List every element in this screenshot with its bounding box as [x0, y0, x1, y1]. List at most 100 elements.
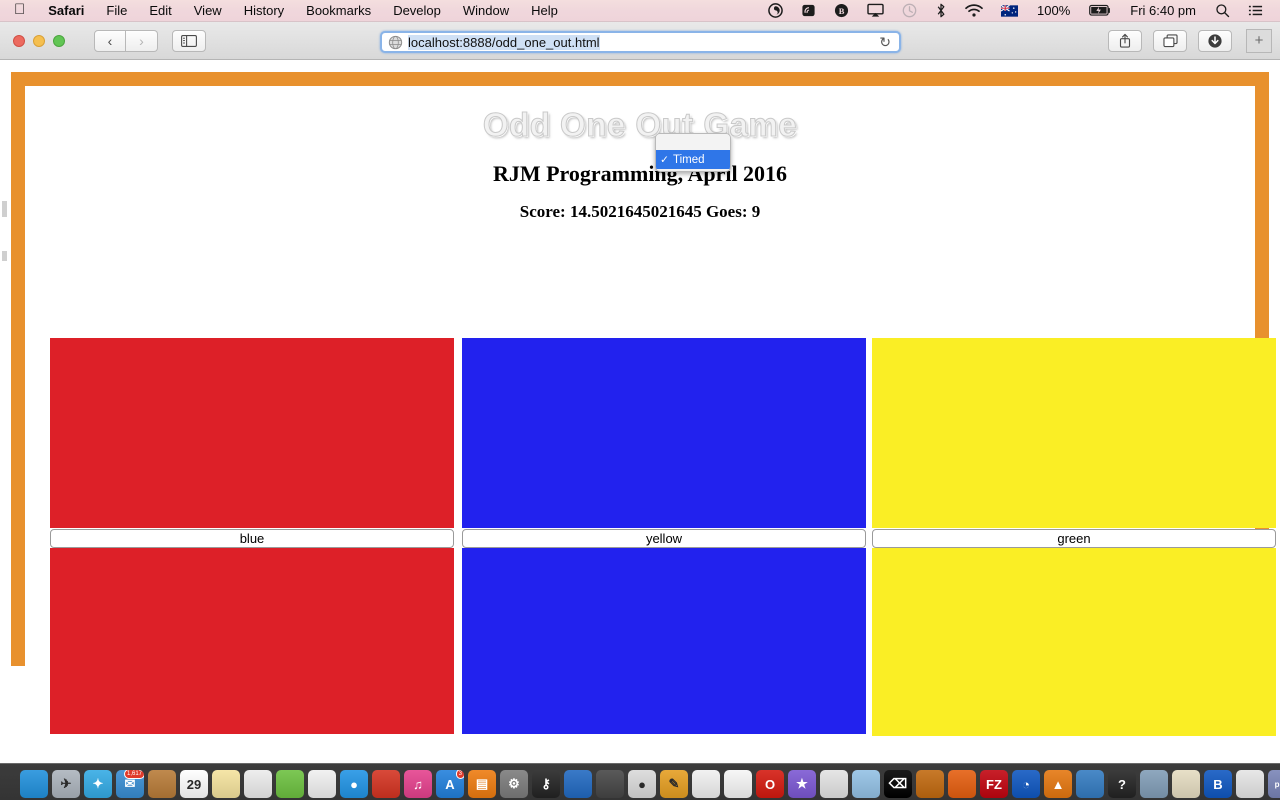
- dock-icon-glyph: ⚷: [541, 776, 551, 791]
- preview-icon[interactable]: [852, 770, 880, 798]
- virtualbox-icon[interactable]: [1076, 770, 1104, 798]
- spotlight-search-icon[interactable]: [1206, 0, 1239, 22]
- safari-window: ‹ › + localhost:8888/odd_one_out.html ↻ …: [0, 22, 1280, 763]
- reminders-icon[interactable]: [244, 770, 272, 798]
- help-icon[interactable]: ?: [1108, 770, 1136, 798]
- gimp-icon[interactable]: [916, 770, 944, 798]
- dock-icon-glyph: ⚙: [508, 776, 520, 791]
- sidebar-toggle-button[interactable]: [172, 29, 206, 52]
- color-swatch-upper[interactable]: [872, 338, 1276, 528]
- address-bar[interactable]: localhost:8888/odd_one_out.html ↻: [380, 31, 901, 53]
- color-column-red[interactable]: [50, 338, 454, 734]
- color-swatch-upper[interactable]: [462, 338, 866, 528]
- notification-center-icon[interactable]: [1239, 0, 1272, 22]
- systempreferences-icon[interactable]: ⚙: [500, 770, 528, 798]
- php-icon[interactable]: php: [1268, 770, 1280, 798]
- airdrop-icon[interactable]: [792, 0, 825, 22]
- finder-icon[interactable]: [20, 770, 48, 798]
- launchpad-icon[interactable]: ✈: [52, 770, 80, 798]
- photos-icon[interactable]: [308, 770, 336, 798]
- scrivener-icon[interactable]: [564, 770, 592, 798]
- komodo-icon[interactable]: ◔: [1012, 770, 1040, 798]
- bartender-icon[interactable]: B: [825, 0, 858, 22]
- contacts-icon[interactable]: [148, 770, 176, 798]
- vlc-icon[interactable]: ▲: [1044, 770, 1072, 798]
- facetime-icon[interactable]: [372, 770, 400, 798]
- downloads-button[interactable]: [1198, 29, 1232, 52]
- sketchup-icon[interactable]: [1236, 770, 1264, 798]
- page-title: Odd One Out Game: [482, 106, 798, 144]
- textwrangler-icon[interactable]: [596, 770, 624, 798]
- menu-item-history[interactable]: History: [233, 3, 295, 18]
- color-name-input-1[interactable]: [462, 528, 866, 548]
- zoom-window-button[interactable]: [53, 34, 65, 47]
- dropbox-icon[interactable]: [759, 0, 792, 22]
- forward-button[interactable]: ›: [126, 29, 158, 52]
- messages-icon[interactable]: ●: [340, 770, 368, 798]
- graphics-app-icon[interactable]: [820, 770, 848, 798]
- opera-icon[interactable]: O: [756, 770, 784, 798]
- menu-item-safari[interactable]: Safari: [37, 3, 95, 18]
- desktop-background: [0, 741, 1280, 763]
- dock-icon-glyph: B: [1213, 776, 1223, 792]
- filezilla-icon[interactable]: FZ: [980, 770, 1008, 798]
- new-tab-button[interactable]: +: [1246, 28, 1272, 53]
- dictionary-icon[interactable]: [1172, 770, 1200, 798]
- color-swatch-lower[interactable]: [872, 548, 1276, 736]
- document-icon[interactable]: [724, 770, 752, 798]
- menu-bar-clock[interactable]: Fri 6:40 pm: [1120, 3, 1206, 18]
- bluetooth-icon[interactable]: [926, 0, 956, 22]
- back-button[interactable]: ‹: [94, 29, 126, 52]
- timed-mode-dropdown[interactable]: ✓ Timed: [655, 133, 731, 172]
- keychain-icon[interactable]: ⚷: [532, 770, 560, 798]
- chrome-icon[interactable]: [692, 770, 720, 798]
- minimize-window-button[interactable]: [33, 34, 45, 47]
- airplay-icon[interactable]: [858, 0, 893, 22]
- sketch-icon[interactable]: ✎: [660, 770, 688, 798]
- dropdown-option-timed[interactable]: ✓ Timed: [656, 150, 730, 169]
- color-name-input-0[interactable]: [50, 528, 454, 548]
- menu-item-file[interactable]: File: [95, 3, 138, 18]
- game-frame-inner: Odd One Out Game ✓ Timed RJM Programming…: [25, 106, 1276, 736]
- package-icon[interactable]: [1140, 770, 1168, 798]
- wifi-icon[interactable]: [956, 0, 992, 22]
- show-tabs-button[interactable]: [1153, 29, 1187, 52]
- notes-icon[interactable]: [212, 770, 240, 798]
- itunes-icon[interactable]: ♫: [404, 770, 432, 798]
- maps-icon[interactable]: [276, 770, 304, 798]
- terminal-icon[interactable]: ⌫: [884, 770, 912, 798]
- battery-charging-icon[interactable]: [1080, 0, 1120, 22]
- color-swatch-upper[interactable]: [50, 338, 454, 528]
- ibooks-icon[interactable]: ▤: [468, 770, 496, 798]
- time-machine-icon[interactable]: [893, 0, 926, 22]
- mail-icon[interactable]: ✉ 1,617: [116, 770, 144, 798]
- svg-text:B: B: [839, 6, 845, 16]
- color-name-input-2[interactable]: [872, 528, 1276, 548]
- firefox-icon[interactable]: [948, 770, 976, 798]
- color-swatch-lower[interactable]: [462, 548, 866, 734]
- color-column-yellow[interactable]: [872, 338, 1276, 736]
- menu-item-bookmarks[interactable]: Bookmarks: [295, 3, 382, 18]
- dock-icon-glyph: ◔: [1022, 776, 1030, 792]
- dropdown-blank-row[interactable]: [656, 134, 730, 150]
- close-window-button[interactable]: [13, 34, 25, 47]
- calendar-icon[interactable]: 29: [180, 770, 208, 798]
- color-column-blue[interactable]: [462, 338, 866, 734]
- share-button[interactable]: [1108, 29, 1142, 52]
- address-bar-text[interactable]: localhost:8888/odd_one_out.html: [408, 34, 600, 50]
- bbedit-icon[interactable]: B: [1204, 770, 1232, 798]
- star-app-icon[interactable]: ★: [788, 770, 816, 798]
- ghostlab-icon[interactable]: ●: [628, 770, 656, 798]
- menu-item-view[interactable]: View: [183, 3, 233, 18]
- flag-au-icon[interactable]: [992, 0, 1027, 22]
- safari-icon[interactable]: ✦: [84, 770, 112, 798]
- menu-item-window[interactable]: Window: [452, 3, 520, 18]
- page-subtitle: RJM Programming, April 2016: [492, 161, 788, 186]
- menu-item-develop[interactable]: Develop: [382, 3, 452, 18]
- reload-icon[interactable]: ↻: [879, 34, 893, 51]
- menu-item-edit[interactable]: Edit: [138, 3, 182, 18]
- apple-menu-icon[interactable]: : [0, 2, 37, 17]
- color-swatch-lower[interactable]: [50, 548, 454, 734]
- appstore-icon[interactable]: A3: [436, 770, 464, 798]
- menu-item-help[interactable]: Help: [520, 3, 569, 18]
